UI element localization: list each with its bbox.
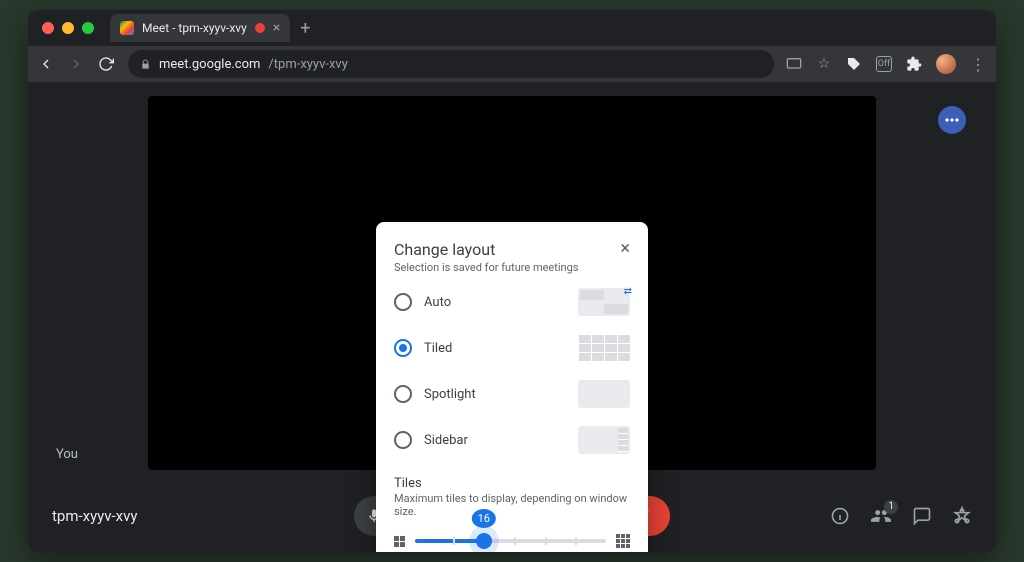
- chat-button[interactable]: [912, 506, 932, 526]
- recording-indicator-icon: [255, 23, 265, 33]
- extensions-puzzle-icon[interactable]: [906, 56, 922, 72]
- tab-title: Meet - tpm-xyyv-xvy: [142, 21, 247, 35]
- layout-option-spotlight[interactable]: Spotlight: [394, 380, 630, 408]
- preview-sidebar-icon: [578, 426, 630, 454]
- dialog-subtitle: Selection is saved for future meetings: [394, 261, 578, 274]
- dialog-title: Change layout: [394, 240, 578, 259]
- participant-count-badge: 1: [884, 500, 898, 514]
- layout-label-sidebar: Sidebar: [424, 433, 566, 448]
- change-layout-dialog: Change layout Selection is saved for fut…: [376, 222, 648, 552]
- preview-tiled-icon: [578, 334, 630, 362]
- tab-strip: Meet - tpm-xyyv-xvy × +: [28, 10, 996, 46]
- meet-favicon-icon: [120, 21, 134, 35]
- layout-option-tiled[interactable]: Tiled: [394, 334, 630, 362]
- tiles-slider-row: 16: [394, 534, 630, 548]
- chrome-menu-button[interactable]: ⋮: [970, 55, 986, 74]
- address-bar[interactable]: meet.google.com/tpm-xyyv-xvy: [128, 50, 774, 78]
- url-path: /tpm-xyyv-xvy: [268, 57, 347, 72]
- meeting-details-button[interactable]: [830, 506, 850, 526]
- layout-options: Auto ⇄ Tiled Spotlight Sidebar: [394, 288, 630, 454]
- radio-tiled[interactable]: [394, 339, 412, 357]
- install-pwa-icon[interactable]: [786, 56, 802, 72]
- layout-label-tiled: Tiled: [424, 341, 566, 356]
- layout-label-spotlight: Spotlight: [424, 387, 566, 402]
- layout-option-sidebar[interactable]: Sidebar: [394, 426, 630, 454]
- right-controls: 1: [830, 506, 972, 526]
- grid-small-icon: [394, 536, 405, 547]
- browser-toolbar: meet.google.com/tpm-xyyv-xvy ☆ Off ⋮: [28, 46, 996, 82]
- url-host: meet.google.com: [159, 57, 260, 72]
- layout-label-auto: Auto: [424, 295, 566, 310]
- preview-auto-icon: ⇄: [578, 288, 630, 316]
- window-close[interactable]: [42, 22, 54, 34]
- traffic-lights: [42, 22, 94, 34]
- forward-button[interactable]: [68, 56, 86, 72]
- tiles-section: Tiles Maximum tiles to display, dependin…: [394, 476, 630, 548]
- reload-button[interactable]: [98, 56, 116, 72]
- extension-tag-icon[interactable]: [846, 56, 862, 72]
- preview-spotlight-icon: [578, 380, 630, 408]
- extension-off-icon[interactable]: Off: [876, 56, 892, 72]
- grid-large-icon: [616, 534, 630, 548]
- window-minimize[interactable]: [62, 22, 74, 34]
- back-button[interactable]: [38, 56, 56, 72]
- browser-tab[interactable]: Meet - tpm-xyyv-xvy ×: [110, 14, 290, 42]
- tab-close-button[interactable]: ×: [273, 20, 280, 36]
- layout-option-auto[interactable]: Auto ⇄: [394, 288, 630, 316]
- radio-auto[interactable]: [394, 293, 412, 311]
- slider-thumb[interactable]: [469, 526, 499, 552]
- activities-button[interactable]: [952, 506, 972, 526]
- self-view-label: You: [56, 447, 78, 462]
- meet-app: You tpm-xyyv-xvy: [28, 82, 996, 552]
- bookmark-star-icon[interactable]: ☆: [816, 56, 832, 72]
- new-tab-button[interactable]: +: [300, 18, 310, 39]
- tiles-slider[interactable]: 16: [415, 539, 606, 543]
- people-button[interactable]: 1: [870, 506, 892, 526]
- browser-window: Meet - tpm-xyyv-xvy × + meet.google.com/…: [28, 10, 996, 552]
- dialog-close-button[interactable]: ×: [620, 240, 630, 258]
- toolbar-right-icons: ☆ Off ⋮: [786, 54, 986, 74]
- radio-spotlight[interactable]: [394, 385, 412, 403]
- radio-sidebar[interactable]: [394, 431, 412, 449]
- tiles-description: Maximum tiles to display, depending on w…: [394, 492, 630, 518]
- meeting-code: tpm-xyyv-xvy: [52, 507, 137, 525]
- tiles-heading: Tiles: [394, 476, 630, 491]
- window-maximize[interactable]: [82, 22, 94, 34]
- more-options-chip[interactable]: [938, 106, 966, 134]
- profile-avatar[interactable]: [936, 54, 956, 74]
- lock-icon: [140, 59, 151, 70]
